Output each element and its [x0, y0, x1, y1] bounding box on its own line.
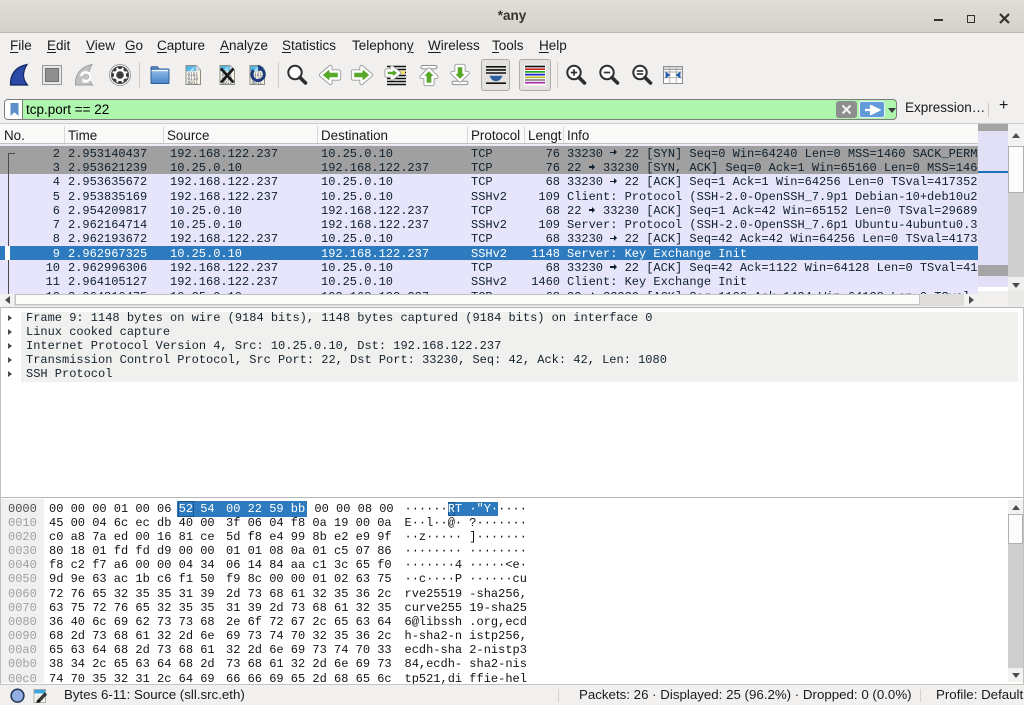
svg-text:0011: 0011 [188, 80, 199, 86]
